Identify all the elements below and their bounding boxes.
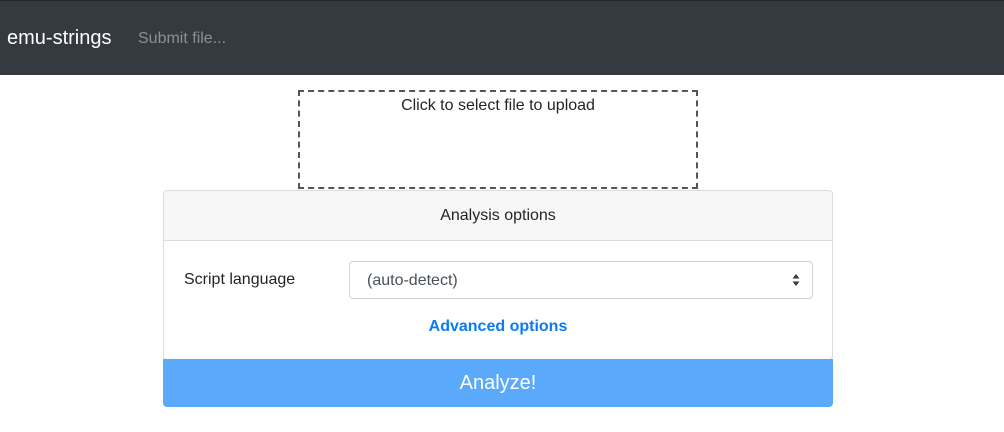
brand-title[interactable]: emu-strings	[7, 26, 111, 50]
analysis-options-card: Analysis options Script language (auto-d…	[163, 190, 833, 360]
script-language-label: Script language	[184, 271, 296, 288]
file-upload-dropzone[interactable]: Click to select file to upload	[298, 90, 698, 189]
analyze-button[interactable]: Analyze!	[163, 359, 833, 407]
advanced-options-link[interactable]: Advanced options	[164, 318, 832, 336]
upload-prompt: Click to select file to upload	[401, 97, 595, 114]
script-language-select[interactable]: (auto-detect)	[349, 261, 813, 299]
analysis-options-header: Analysis options	[164, 191, 832, 241]
select-updown-icon	[792, 274, 800, 286]
script-language-value: (auto-detect)	[367, 272, 458, 289]
top-navbar: emu-strings Submit file...	[0, 0, 1004, 75]
submit-file-link[interactable]: Submit file...	[138, 30, 226, 48]
script-language-row: Script language (auto-detect)	[164, 261, 832, 299]
